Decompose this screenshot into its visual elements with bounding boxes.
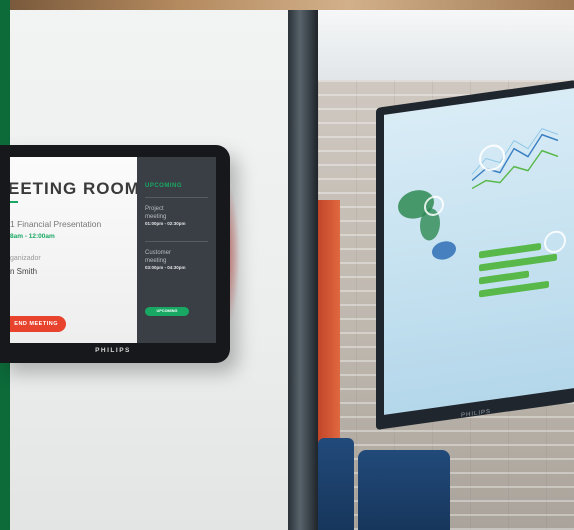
- upcoming-item-time: 01:00pm - 02:30pm: [145, 221, 186, 226]
- wall-display: PHILIPS: [376, 79, 574, 430]
- meeting-time: 8am - 12:00am: [10, 233, 55, 240]
- current-meeting-panel: EETING ROOM B 1 Financial Presentation 8…: [10, 157, 158, 343]
- tablet-brand: PHILIPS: [95, 347, 131, 354]
- upcoming-item-time: 03:00pm - 04:30pm: [145, 265, 186, 270]
- title-underline: [10, 201, 18, 203]
- upcoming-item[interactable]: Customer meeting 03:00pm - 04:30pm: [145, 249, 186, 270]
- upcoming-button[interactable]: UPCOMING: [145, 307, 189, 316]
- chair-left: [318, 438, 354, 530]
- ceiling: [318, 10, 574, 80]
- upcoming-sidebar: UPCOMING Project meeting 01:00pm - 02:30…: [137, 157, 216, 343]
- upcoming-heading: UPCOMING: [145, 183, 182, 189]
- organizer-name: n Smith: [10, 267, 38, 276]
- meeting-room-background: PHILIPS: [318, 10, 574, 530]
- sidebar-divider: [145, 197, 208, 198]
- world-map-graphic: [394, 174, 464, 274]
- meeting-title: 1 Financial Presentation: [10, 219, 102, 229]
- wall-display-screen: [384, 88, 574, 415]
- upcoming-item-title: meeting: [145, 258, 167, 264]
- glass-door-frame: [288, 10, 318, 530]
- line-chart-graphic: [471, 117, 568, 200]
- organizer-label: ganizador: [10, 255, 41, 262]
- upcoming-item-title: Project: [145, 206, 164, 212]
- upcoming-item-title: Customer: [145, 250, 172, 256]
- sidebar-divider: [145, 241, 208, 242]
- tablet-screen: EETING ROOM B 1 Financial Presentation 8…: [10, 157, 216, 343]
- room-booking-tablet: EETING ROOM B 1 Financial Presentation 8…: [0, 145, 230, 363]
- end-meeting-button[interactable]: END MEETING: [10, 316, 66, 332]
- chair-right: [358, 450, 450, 530]
- upcoming-item-title: meeting: [145, 214, 167, 220]
- top-wood-band: [10, 0, 574, 10]
- upcoming-item[interactable]: Project meeting 01:00pm - 02:30pm: [145, 205, 186, 226]
- orange-wall-panel: [318, 200, 340, 450]
